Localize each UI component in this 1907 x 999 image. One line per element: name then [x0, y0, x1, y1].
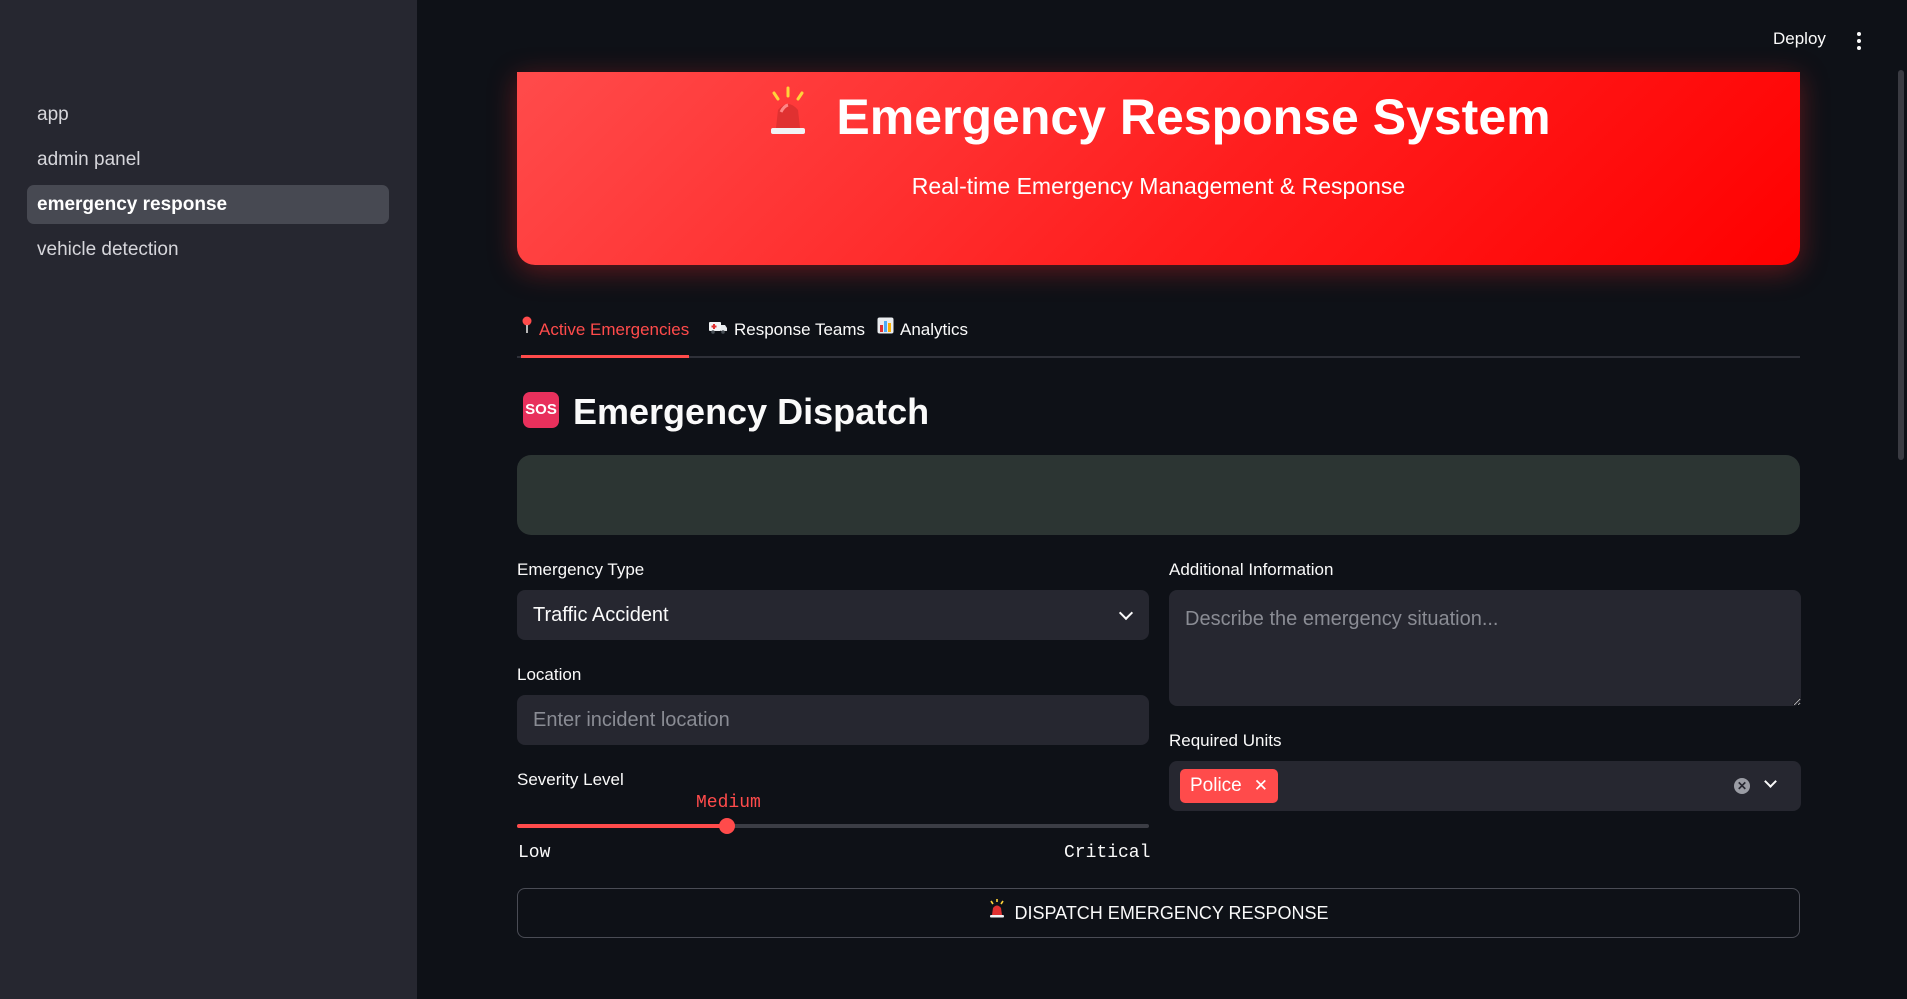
sidebar-item-emergency-response[interactable]: emergency response: [27, 185, 389, 224]
emergency-type-value: Traffic Accident: [533, 604, 669, 626]
tab-label: Active Emergencies: [539, 320, 690, 339]
sidebar-nav: app admin panel emergency response vehic…: [27, 95, 389, 275]
unit-chip-police[interactable]: Police ✕: [1180, 769, 1278, 803]
pin-icon: [521, 316, 533, 341]
sos-icon: SOS: [523, 392, 559, 429]
location-label: Location: [517, 665, 582, 684]
sidebar: app admin panel emergency response vehic…: [0, 0, 417, 999]
chevron-down-icon[interactable]: [1764, 775, 1777, 788]
tab-analytics[interactable]: Analytics: [877, 317, 969, 358]
bar-chart-icon: [877, 317, 894, 341]
severity-slider-fill: [517, 824, 728, 828]
kebab-menu-icon[interactable]: [1851, 32, 1867, 54]
location-input[interactable]: [517, 695, 1149, 745]
sidebar-item-app[interactable]: app: [27, 95, 389, 134]
unit-chip-label: Police: [1190, 775, 1242, 796]
emergency-type-select[interactable]: Traffic Accident: [517, 590, 1149, 640]
dispatch-button[interactable]: DISPATCH EMERGENCY RESPONSE: [517, 888, 1800, 938]
ambulance-icon: [708, 317, 728, 341]
section-title-row: SOS Emergency Dispatch: [523, 391, 929, 433]
remove-chip-icon[interactable]: ✕: [1254, 776, 1268, 795]
tab-label: Response Teams: [734, 320, 866, 339]
hero-title-row: Emergency Response System: [517, 86, 1800, 152]
clear-all-icon[interactable]: ✕: [1734, 778, 1750, 794]
hero-subtitle: Real-time Emergency Management & Respons…: [911, 173, 1406, 199]
sidebar-item-vehicle-detection[interactable]: vehicle detection: [27, 230, 389, 269]
severity-slider[interactable]: [517, 818, 1149, 834]
siren-icon: [766, 86, 810, 148]
required-units-label: Required Units: [1169, 731, 1282, 750]
chevron-down-icon: [1118, 605, 1134, 621]
additional-info-textarea[interactable]: [1169, 590, 1801, 706]
severity-label: Severity Level: [517, 770, 624, 789]
required-units-multiselect[interactable]: Police ✕ ✕: [1169, 761, 1801, 811]
scrollbar[interactable]: [1898, 70, 1904, 460]
severity-max-label: Critical: [1064, 843, 1151, 863]
tab-response-teams[interactable]: Response Teams: [708, 318, 865, 358]
sidebar-item-admin-panel[interactable]: admin panel: [27, 140, 389, 179]
severity-min-label: Low: [518, 843, 551, 863]
severity-value: Medium: [696, 793, 761, 813]
severity-slider-handle[interactable]: [719, 818, 736, 834]
deploy-button[interactable]: Deploy: [1773, 29, 1826, 49]
tab-label: Analytics: [900, 320, 969, 339]
dispatch-label: DISPATCH EMERGENCY RESPONSE: [1014, 903, 1329, 923]
info-box: [517, 455, 1800, 535]
tab-active-emergencies[interactable]: Active Emergencies: [521, 316, 690, 358]
tab-bar: Active Emergencies Response Teams Analyt…: [517, 316, 1800, 358]
additional-info-label: Additional Information: [1169, 560, 1334, 579]
section-title: Emergency Dispatch: [573, 391, 930, 432]
siren-icon: [988, 888, 1006, 936]
hero-title: Emergency Response System: [836, 89, 1551, 145]
emergency-type-label: Emergency Type: [517, 560, 645, 579]
hero-banner: Emergency Response System Real-time Emer…: [517, 72, 1800, 265]
